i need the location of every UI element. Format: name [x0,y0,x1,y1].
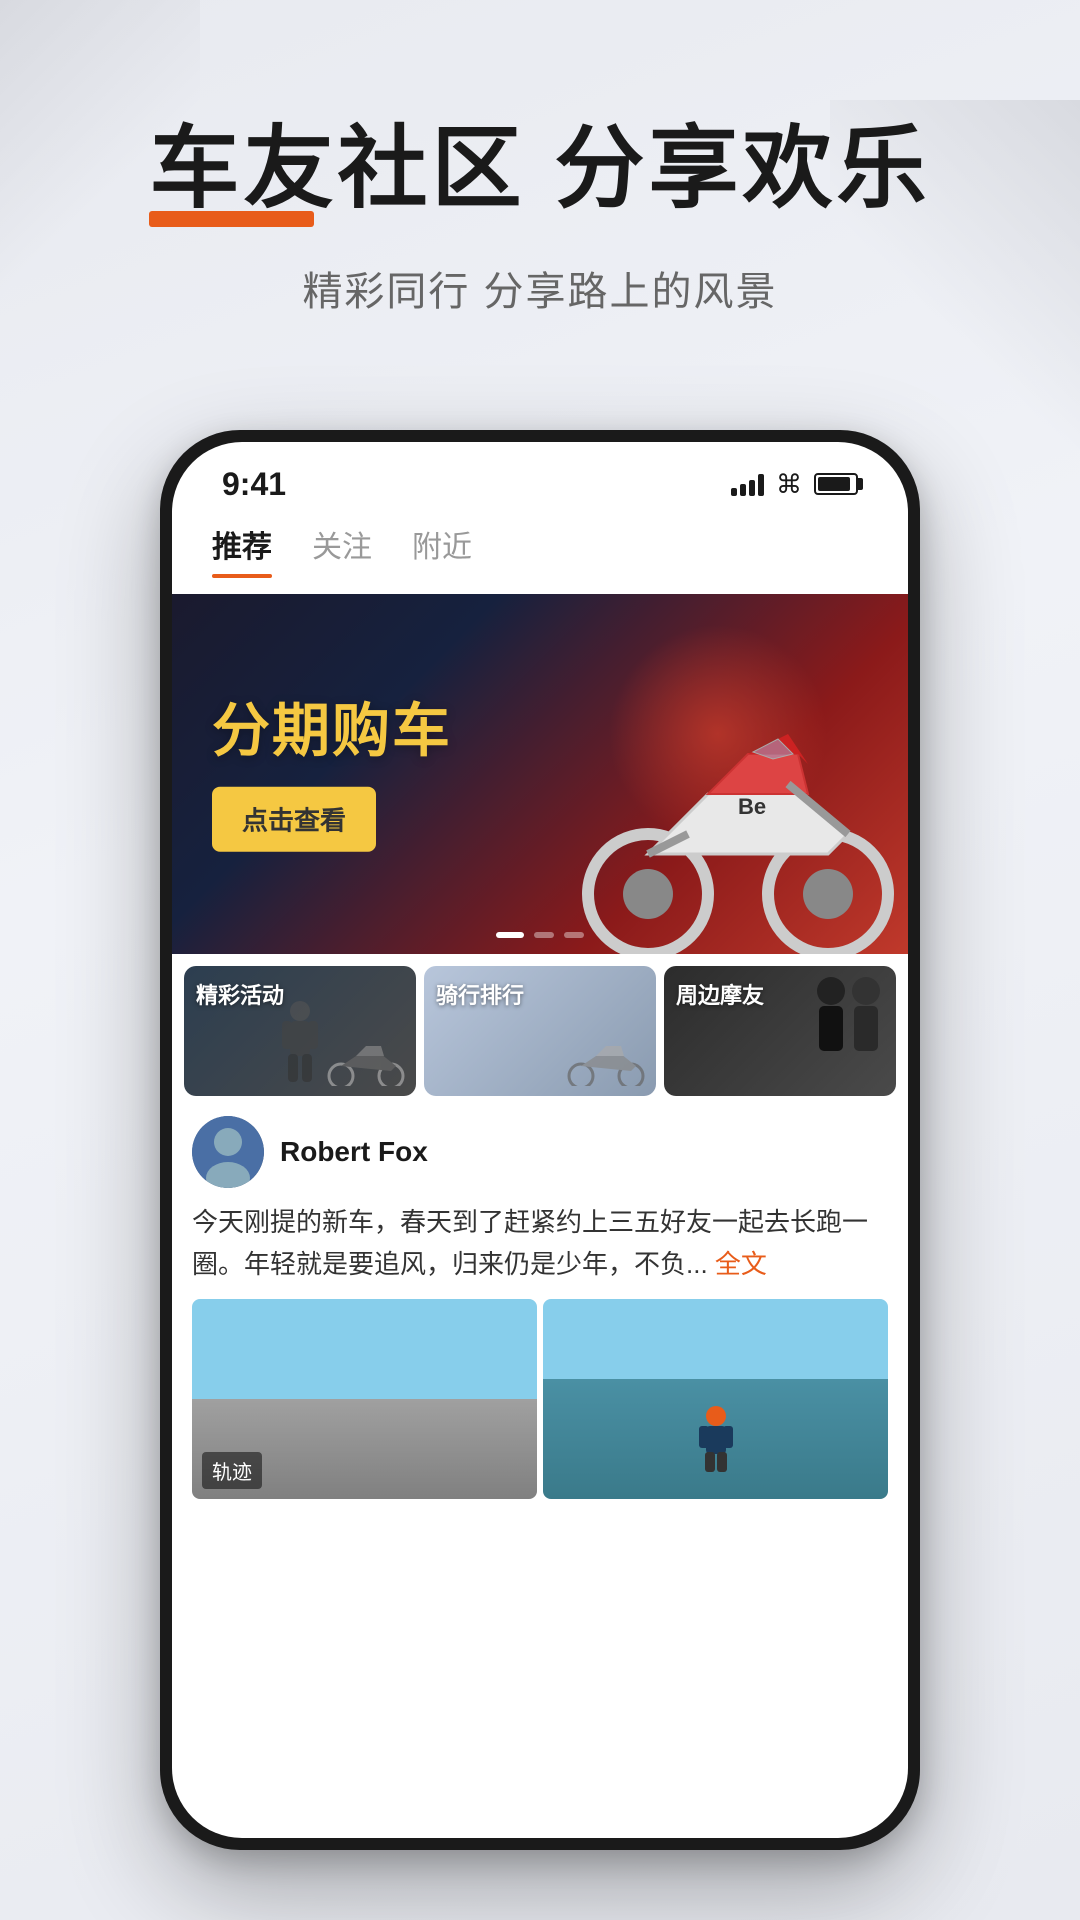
phone-mockup: 9:41 ⌘ 推荐 [160,430,920,1850]
tab-follow[interactable]: 关注 [312,522,372,578]
status-time: 9:41 [222,466,286,503]
user-header: Robert Fox [192,1116,888,1188]
category-item-ranking[interactable]: 骑行排行 [424,966,656,1096]
battery-icon [814,473,858,495]
banner-text-area: 分期购车 点击查看 [212,697,452,852]
banner-image: 分期购车 点击查看 [172,594,908,954]
banner-dot-1 [496,932,524,938]
person-silhouette-1 [270,996,330,1091]
user-avatar [192,1116,264,1188]
person-silhouettes-3 [801,971,891,1096]
category-label-nearby: 周边摩友 [676,978,764,1010]
category-grid: 精彩活动 [172,954,908,1096]
user-post: Robert Fox 今天刚提的新车，春天到了赶紧约上三五好友一起去长跑一圈。年… [172,1096,908,1499]
status-bar: 9:41 ⌘ [172,442,908,512]
subtitle: 精彩同行 分享路上的风景 [0,259,1080,317]
rider-figure [691,1404,741,1479]
phone-screen: 9:41 ⌘ 推荐 [172,442,908,1838]
svg-text:Be: Be [738,794,766,819]
post-images: 轨迹 [192,1299,888,1499]
banner[interactable]: 分期购车 点击查看 [172,594,908,954]
banner-dot-2 [534,932,554,938]
banner-dots [496,932,584,938]
banner-motorcycle: Be [548,634,908,954]
main-title: 车友社区 分享欢乐 [149,120,930,219]
wifi-icon: ⌘ [776,469,802,500]
category-item-nearby[interactable]: 周边摩友 [664,966,896,1096]
battery-fill [818,477,850,491]
title-underline [149,211,314,227]
tab-recommend[interactable]: 推荐 [212,522,272,578]
user-name: Robert Fox [280,1136,428,1168]
banner-button[interactable]: 点击查看 [212,786,376,851]
post-more-link[interactable]: 全文 [715,1249,767,1279]
category-label-ranking: 骑行排行 [436,978,524,1010]
post-content: 今天刚提的新车，春天到了赶紧约上三五好友一起去长跑一圈。年轻就是要追风，归来仍是… [192,1202,888,1285]
banner-dot-3 [564,932,584,938]
category-moto-2 [566,1036,646,1086]
post-image-label-1: 轨迹 [202,1452,262,1489]
status-icons: ⌘ [731,469,858,500]
category-moto-1 [326,1036,406,1086]
tab-nearby[interactable]: 附近 [412,522,472,578]
header-section: 车友社区 分享欢乐 精彩同行 分享路上的风景 [0,120,1080,317]
banner-title: 分期购车 [212,697,452,767]
post-image-1[interactable]: 轨迹 [192,1299,537,1499]
signal-icon [731,472,764,496]
nav-tabs: 推荐 关注 附近 [172,512,908,578]
phone-frame: 9:41 ⌘ 推荐 [160,430,920,1850]
post-image-2[interactable] [543,1299,888,1499]
category-item-activities[interactable]: 精彩活动 [184,966,416,1096]
